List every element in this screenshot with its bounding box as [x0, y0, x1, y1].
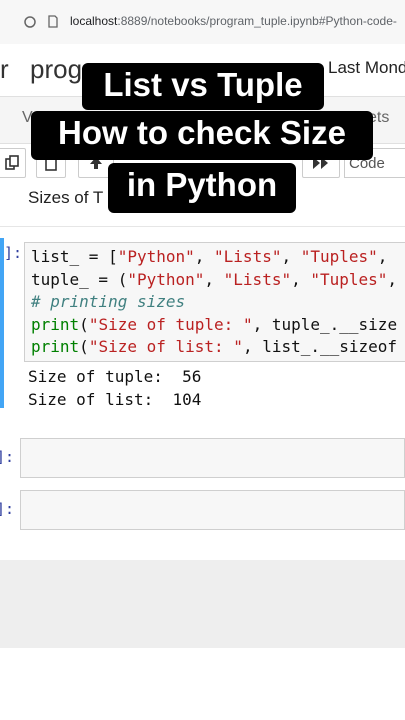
jupyter-logo[interactable]: r: [0, 54, 9, 85]
copy-cell-button[interactable]: [0, 148, 26, 178]
empty-code-cell[interactable]: ]:: [0, 490, 405, 530]
cell-prompt: ]:: [0, 448, 15, 466]
code-line: list_ = ["Python", "Lists", "Tuples",: [31, 247, 388, 266]
cell-prompt: ]:: [0, 500, 15, 518]
caption-line-3: in Python: [108, 163, 296, 213]
code-editor[interactable]: list_ = ["Python", "Lists", "Tuples", tu…: [24, 242, 405, 362]
notebook-name[interactable]: prog: [30, 54, 82, 85]
cell-output: Size of tuple: 56 Size of list: 104: [28, 366, 201, 411]
shield-icon: [24, 16, 36, 28]
url-field[interactable]: localhost:8889/notebooks/program_tuple.i…: [70, 14, 405, 28]
browser-address-bar: localhost:8889/notebooks/program_tuple.i…: [0, 0, 405, 45]
code-comment-line: # printing sizes: [31, 292, 186, 311]
caption-line-2: How to check Size: [31, 111, 373, 160]
output-line: Size of tuple: 56: [28, 367, 202, 386]
caption-line-1: List vs Tuple: [82, 63, 324, 110]
checkpoint-status: Last Mond: [328, 58, 405, 77]
markdown-cell-text[interactable]: Sizes of T: [28, 188, 103, 208]
url-host: localhost: [70, 14, 118, 28]
code-line: print("Size of tuple: ", tuple_.__size: [31, 314, 398, 334]
divider: [0, 226, 405, 227]
copy-icon: [5, 155, 19, 170]
empty-code-cell[interactable]: ]:: [0, 438, 405, 478]
notebook-area: Sizes of T ]: list_ = ["Python", "Lists"…: [0, 184, 405, 560]
cell-prompt: ]:: [4, 244, 23, 262]
notebook-footer-background: [0, 560, 405, 648]
code-line: tuple_ = ("Python", "Lists", "Tuples",: [31, 269, 398, 289]
code-line: print("Size of list: ", list_.__sizeof: [31, 337, 398, 356]
output-line: Size of list: 104: [28, 389, 202, 409]
page-icon: [48, 15, 58, 28]
code-editor[interactable]: [20, 438, 405, 478]
bottom-blank: [0, 648, 405, 720]
code-editor[interactable]: [20, 490, 405, 530]
code-cell-selected[interactable]: ]: list_ = ["Python", "Lists", "Tuples",…: [0, 238, 405, 411]
url-path: :8889/notebooks/program_tuple.ipynb#Pyth…: [117, 14, 397, 28]
